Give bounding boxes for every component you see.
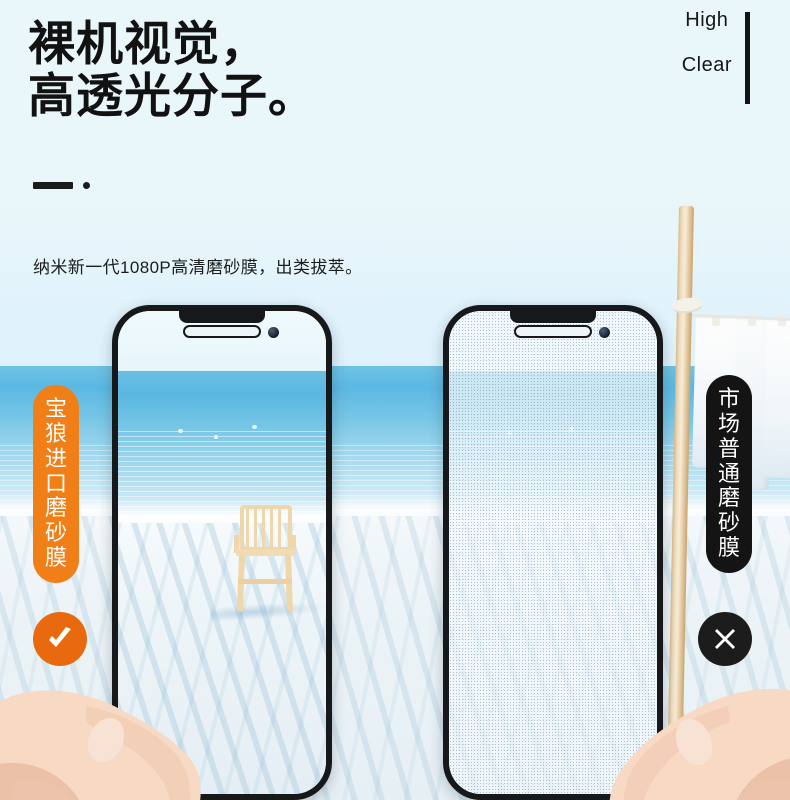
ad-banner: 裸机视觉， 高透光分子。 纳米新一代1080P高清磨砂膜，出类拔萃。 High … <box>0 0 790 800</box>
dot-mark-icon <box>83 182 90 189</box>
distant-swimmer <box>507 431 512 435</box>
corner-tag-line-2: Clear <box>681 54 732 76</box>
pill-char: 宝 <box>44 396 67 421</box>
check-icon <box>49 627 71 647</box>
hand-holding-phone-right-icon <box>609 688 790 800</box>
pill-char: 膜 <box>717 535 740 561</box>
pill-char: 普 <box>717 435 740 461</box>
hanging-cloth <box>761 317 790 479</box>
corner-tag: High Clear <box>682 10 732 75</box>
page-title: 裸机视觉， 高透光分子。 <box>28 18 548 121</box>
pill-char: 磨 <box>44 495 67 521</box>
front-camera-icon <box>268 327 279 338</box>
chair-rail <box>238 579 292 584</box>
pill-char: 砂 <box>717 510 740 536</box>
headline-line-1: 裸机视觉， <box>28 17 268 70</box>
corner-tag-line-1: High <box>685 9 729 31</box>
cross-badge <box>698 612 752 666</box>
pill-char: 进 <box>44 445 67 471</box>
dash-mark-icon <box>33 182 73 189</box>
beach-chair-icon <box>230 505 300 613</box>
earpiece-speaker-icon <box>514 325 592 338</box>
front-camera-icon <box>599 327 610 338</box>
check-badge <box>33 612 87 666</box>
pill-char: 市 <box>717 386 740 411</box>
divider <box>33 182 90 189</box>
distant-swimmer <box>178 429 183 433</box>
distant-swimmer <box>214 435 218 439</box>
distant-swimmer <box>252 425 257 429</box>
label-pill-left: 宝 狼 进 口 磨 砂 膜 <box>33 385 79 584</box>
pill-char: 口 <box>44 470 67 496</box>
hand-holding-phone-left-icon <box>0 690 201 800</box>
clothes-peg <box>748 313 756 326</box>
earpiece-speaker-icon <box>183 325 261 338</box>
pill-char: 砂 <box>44 520 67 546</box>
cross-icon <box>715 629 735 649</box>
pill-char: 膜 <box>44 545 67 571</box>
subtitle: 纳米新一代1080P高清磨砂膜，出类拔萃。 <box>33 258 363 277</box>
headline-line-2: 高透光分子。 <box>28 68 316 122</box>
pill-char: 通 <box>717 460 740 486</box>
pill-char: 狼 <box>44 420 67 446</box>
phone-notch-icon <box>510 311 596 323</box>
pill-char: 磨 <box>717 485 740 511</box>
pill-char: 场 <box>717 410 740 436</box>
vertical-rule-icon <box>745 12 750 104</box>
phone-notch-icon <box>179 311 265 323</box>
label-pill-right: 市 场 普 通 磨 砂 膜 <box>706 375 752 574</box>
distant-swimmer <box>569 427 574 431</box>
chair-slats <box>246 509 286 549</box>
